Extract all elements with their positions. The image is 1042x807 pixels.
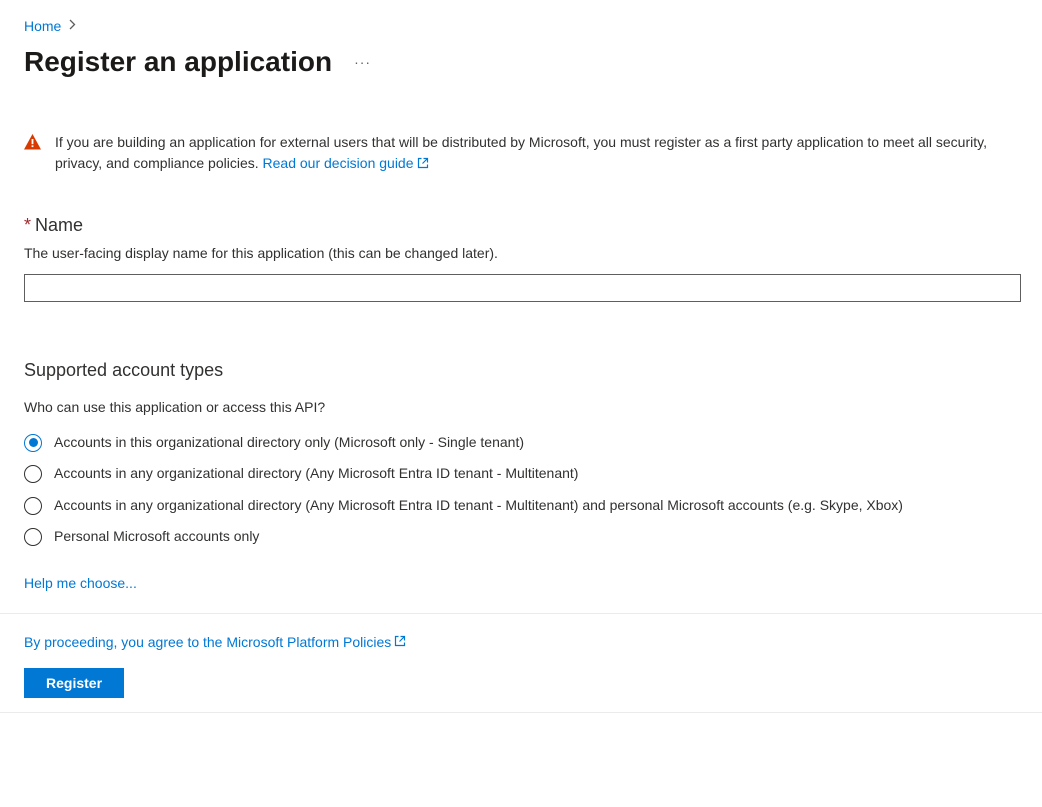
- breadcrumb-home-link[interactable]: Home: [24, 18, 61, 34]
- name-input[interactable]: [24, 274, 1021, 302]
- page-title: Register an application: [24, 46, 332, 78]
- chevron-right-icon: [69, 19, 76, 33]
- radio-single-tenant[interactable]: Accounts in this organizational director…: [24, 433, 1018, 453]
- radio-icon: [24, 465, 42, 483]
- warning-icon: [24, 134, 41, 153]
- banner-text: If you are building an application for e…: [55, 132, 1018, 175]
- banner-message: If you are building an application for e…: [55, 134, 987, 171]
- radio-icon: [24, 434, 42, 452]
- radio-personal-only[interactable]: Personal Microsoft accounts only: [24, 527, 1018, 547]
- account-types-section: Supported account types Who can use this…: [24, 360, 1018, 591]
- footer: By proceeding, you agree to the Microsof…: [24, 614, 1018, 698]
- help-me-choose-link[interactable]: Help me choose...: [24, 575, 137, 591]
- title-row: Register an application ···: [24, 46, 1018, 78]
- external-link-icon: [417, 154, 429, 175]
- radio-label: Accounts in any organizational directory…: [54, 496, 903, 516]
- radio-icon: [24, 528, 42, 546]
- external-link-icon: [394, 634, 406, 650]
- name-label: *Name: [24, 215, 1018, 236]
- radio-icon: [24, 497, 42, 515]
- radio-label: Accounts in this organizational director…: [54, 433, 524, 453]
- radio-multitenant[interactable]: Accounts in any organizational directory…: [24, 464, 1018, 484]
- info-banner: If you are building an application for e…: [24, 132, 1018, 175]
- platform-policies-link[interactable]: By proceeding, you agree to the Microsof…: [24, 634, 406, 650]
- name-description: The user-facing display name for this ap…: [24, 244, 1018, 264]
- register-button[interactable]: Register: [24, 668, 124, 698]
- radio-multitenant-personal[interactable]: Accounts in any organizational directory…: [24, 496, 1018, 516]
- name-field: *Name The user-facing display name for t…: [24, 215, 1018, 302]
- required-indicator: *: [24, 215, 31, 235]
- radio-label: Personal Microsoft accounts only: [54, 527, 259, 547]
- more-actions-button[interactable]: ···: [348, 52, 377, 72]
- decision-guide-link[interactable]: Read our decision guide: [263, 155, 429, 171]
- account-types-question: Who can use this application or access t…: [24, 399, 1018, 415]
- divider: [0, 712, 1042, 713]
- breadcrumb: Home: [24, 18, 1018, 34]
- radio-label: Accounts in any organizational directory…: [54, 464, 578, 484]
- ellipsis-icon: ···: [354, 54, 371, 70]
- account-types-title: Supported account types: [24, 360, 1018, 381]
- account-types-radio-group: Accounts in this organizational director…: [24, 433, 1018, 547]
